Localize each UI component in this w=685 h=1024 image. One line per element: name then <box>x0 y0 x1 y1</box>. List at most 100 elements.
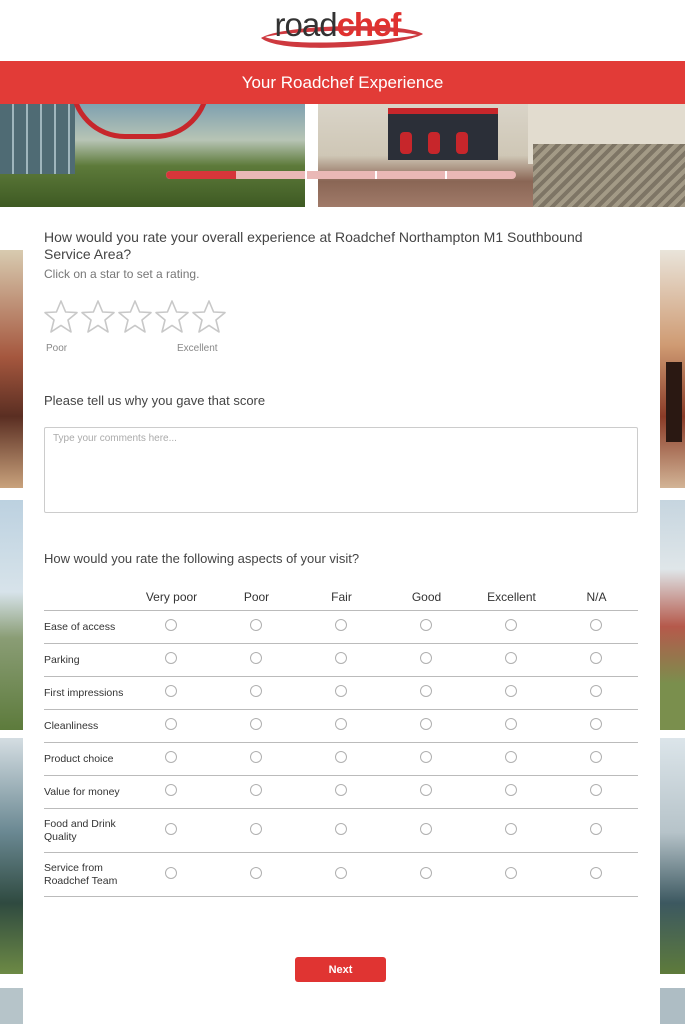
radio-button[interactable] <box>165 823 177 835</box>
star-rating <box>43 299 227 335</box>
next-button[interactable]: Next <box>295 957 386 982</box>
radio-button[interactable] <box>505 867 517 879</box>
background-photo-roadchef-sign <box>0 104 305 207</box>
radio-button[interactable] <box>250 619 262 631</box>
progress-tick <box>375 171 377 179</box>
radio-button[interactable] <box>505 823 517 835</box>
radio-button[interactable] <box>505 718 517 730</box>
radio-button[interactable] <box>420 784 432 796</box>
grid-row-label: Parking <box>44 654 80 666</box>
radio-button[interactable] <box>420 867 432 879</box>
grid-row: Service from Roadchef Team <box>44 853 638 897</box>
grid-row-label: Service from Roadchef Team <box>44 862 118 887</box>
grid-row: Product choice <box>44 743 638 776</box>
radio-button[interactable] <box>420 652 432 664</box>
radio-button[interactable] <box>590 784 602 796</box>
radio-button[interactable] <box>165 685 177 697</box>
background-photo-right-2 <box>660 500 685 730</box>
grid-column-header: N/A <box>586 590 607 604</box>
radio-button[interactable] <box>335 867 347 879</box>
radio-button[interactable] <box>335 823 347 835</box>
grid-row-label: Ease of access <box>44 621 116 633</box>
background-photo-left-4 <box>0 988 23 1024</box>
grid-row: Value for money <box>44 776 638 809</box>
radio-button[interactable] <box>590 751 602 763</box>
radio-button[interactable] <box>335 652 347 664</box>
grid-row-label: First impressions <box>44 687 124 699</box>
star-icon[interactable] <box>191 299 227 335</box>
radio-button[interactable] <box>250 867 262 879</box>
progress-tick <box>305 171 307 179</box>
radio-button[interactable] <box>335 619 347 631</box>
star-icon[interactable] <box>80 299 116 335</box>
star-low-label: Poor <box>46 343 68 354</box>
background-photo-entrance <box>318 104 685 207</box>
radio-button[interactable] <box>165 652 177 664</box>
radio-button[interactable] <box>590 718 602 730</box>
grid-row: First impressions <box>44 677 638 710</box>
star-high-label: Excellent <box>177 343 218 354</box>
radio-button[interactable] <box>250 784 262 796</box>
radio-button[interactable] <box>590 685 602 697</box>
star-icon[interactable] <box>117 299 153 335</box>
grid-column-header: Very poor <box>145 590 198 604</box>
radio-button[interactable] <box>335 784 347 796</box>
grid-row-label: Product choice <box>44 753 114 765</box>
star-icon[interactable] <box>154 299 190 335</box>
progress-tick <box>445 171 447 179</box>
radio-button[interactable] <box>420 619 432 631</box>
rating-hint: Click on a star to set a rating. <box>44 267 200 281</box>
logo-bar: roadchef <box>0 0 685 61</box>
background-photo-right-3 <box>660 738 685 974</box>
logo-chef-text: chef <box>336 5 402 43</box>
radio-button[interactable] <box>335 751 347 763</box>
radio-button[interactable] <box>165 619 177 631</box>
grid-column-header: Excellent <box>487 590 536 604</box>
radio-button[interactable] <box>250 718 262 730</box>
radio-button[interactable] <box>250 823 262 835</box>
radio-button[interactable] <box>590 619 602 631</box>
grid-row-label: Cleanliness <box>44 720 99 732</box>
background-photo-left-2 <box>0 500 23 730</box>
radio-button[interactable] <box>420 751 432 763</box>
question-aspects: How would you rate the following aspects… <box>44 551 360 566</box>
radio-button[interactable] <box>505 652 517 664</box>
grid-header: Very poor Poor Fair Good Excellent N/A <box>44 587 638 611</box>
grid-column-header: Fair <box>331 590 352 604</box>
grid-row-label: Food and Drink Quality <box>44 818 116 843</box>
radio-button[interactable] <box>335 685 347 697</box>
background-photo-right-4 <box>660 988 685 1024</box>
radio-button[interactable] <box>165 751 177 763</box>
radio-button[interactable] <box>420 718 432 730</box>
star-icon[interactable] <box>43 299 79 335</box>
aspects-rating-grid: Very poor Poor Fair Good Excellent N/A Ease o… <box>44 587 638 897</box>
grid-row: Cleanliness <box>44 710 638 743</box>
radio-button[interactable] <box>165 784 177 796</box>
radio-button[interactable] <box>250 685 262 697</box>
roadchef-logo: roadchef <box>253 4 433 58</box>
radio-button[interactable] <box>505 619 517 631</box>
radio-button[interactable] <box>505 784 517 796</box>
radio-button[interactable] <box>165 867 177 879</box>
radio-button[interactable] <box>335 718 347 730</box>
survey-card: How would you rate your overall experien… <box>23 207 660 1024</box>
logo-road-text: road <box>274 5 338 43</box>
grid-row: Food and Drink Quality <box>44 809 638 853</box>
radio-button[interactable] <box>420 685 432 697</box>
radio-button[interactable] <box>590 823 602 835</box>
background-photo-left-3 <box>0 738 23 974</box>
background-photo-left-1 <box>0 250 23 488</box>
radio-button[interactable] <box>590 652 602 664</box>
radio-button[interactable] <box>250 652 262 664</box>
radio-button[interactable] <box>250 751 262 763</box>
grid-column-header: Poor <box>243 590 270 604</box>
header-title: Your Roadchef Experience <box>0 61 685 104</box>
radio-button[interactable] <box>505 751 517 763</box>
comments-textarea[interactable] <box>44 427 638 513</box>
radio-button[interactable] <box>420 823 432 835</box>
radio-button[interactable] <box>590 867 602 879</box>
radio-button[interactable] <box>165 718 177 730</box>
grid-row-label: Value for money <box>44 786 120 798</box>
radio-button[interactable] <box>505 685 517 697</box>
grid-row: Ease of access <box>44 611 638 644</box>
